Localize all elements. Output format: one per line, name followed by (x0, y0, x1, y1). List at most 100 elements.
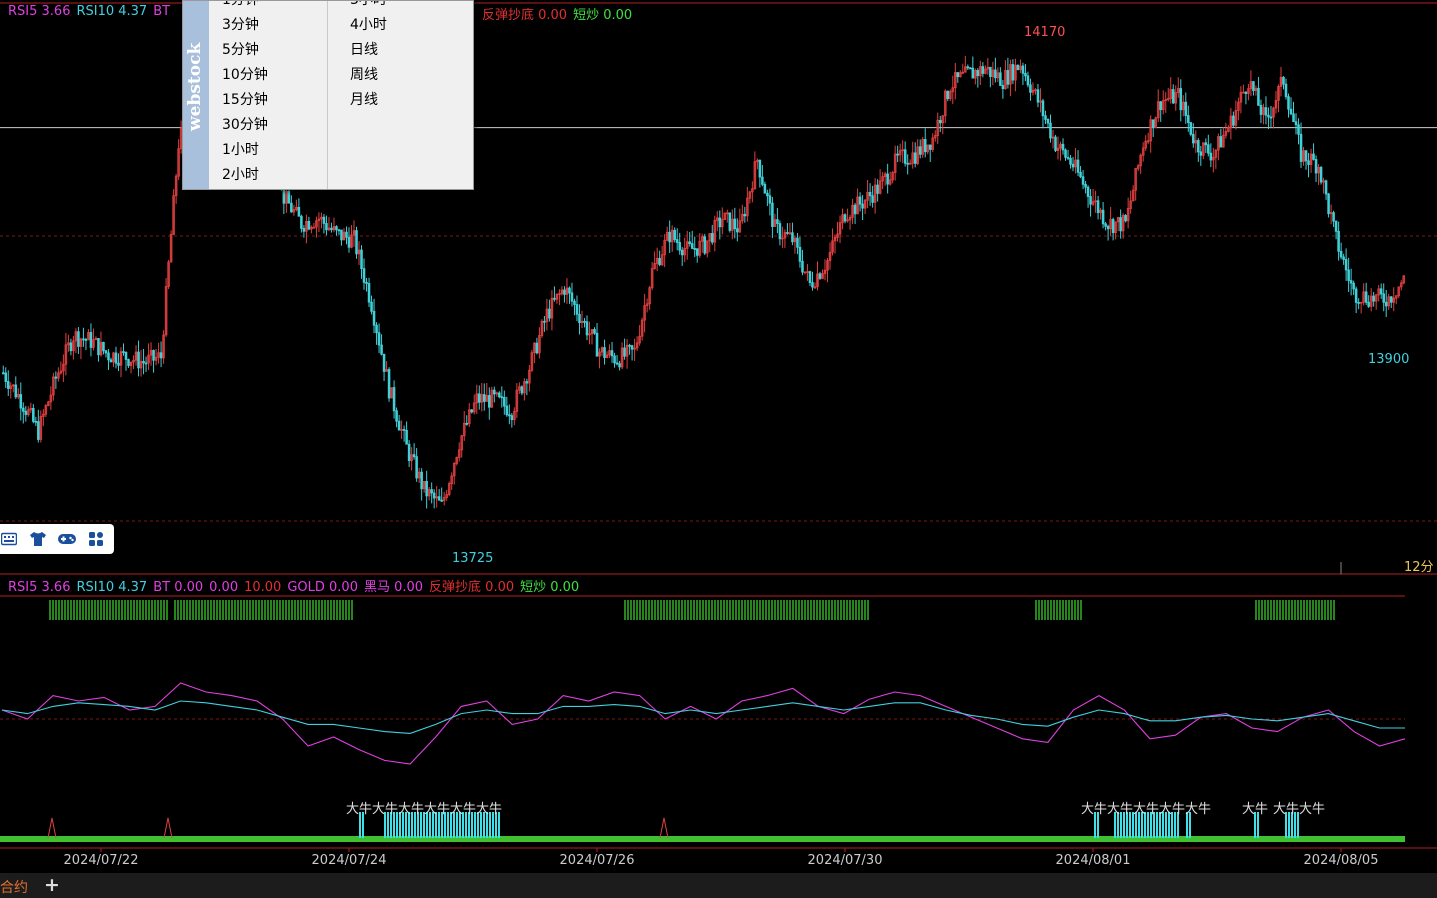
candle-body (127, 359, 130, 366)
candle-body (776, 219, 779, 224)
candle-body (1049, 122, 1052, 139)
menu-item-period[interactable]: 2小时 (222, 163, 268, 188)
candle-body (1204, 142, 1208, 146)
x-axis-tick-label: 2024/07/26 (560, 853, 635, 868)
menu-item-period[interactable]: 月线 (350, 88, 387, 113)
candle-body (678, 242, 681, 251)
candle-body (1184, 101, 1188, 116)
candle-body (1232, 115, 1235, 126)
candle-body (360, 249, 363, 269)
menu-item-period[interactable]: 5分钟 (222, 38, 268, 63)
quick-toolbar (0, 524, 114, 554)
legend-item: 短炒 0.00 (520, 580, 580, 595)
menu-item-period[interactable]: 周线 (350, 63, 387, 88)
x-axis-tick-label: 2024/07/24 (312, 853, 387, 868)
candle-body (347, 236, 351, 248)
candle-body (152, 350, 155, 361)
signal-label-group3: 大牛 (1242, 802, 1268, 817)
menu-item-period[interactable]: 1分钟 (222, 1, 268, 13)
candle-body (710, 233, 714, 243)
candle-body (1086, 186, 1090, 197)
legend-item: RSI5 3.66 (8, 4, 71, 19)
candle-body (510, 415, 514, 421)
candle-body (19, 394, 23, 409)
candle-body (583, 320, 586, 323)
candle-body (340, 229, 343, 241)
candle-body (377, 332, 381, 346)
candle-body (290, 202, 293, 213)
x-axis-tick-label: 2024/08/05 (1304, 853, 1379, 868)
gamepad-icon (58, 534, 76, 544)
menu-item-period[interactable]: 3小时 (350, 1, 387, 13)
candle-body (1352, 282, 1355, 290)
candle-body (500, 396, 504, 399)
candle-body (402, 429, 406, 431)
candle-body (372, 310, 376, 326)
candle-body (688, 241, 691, 244)
candle-body (1207, 144, 1210, 154)
menu-item-period[interactable]: 10分钟 (222, 63, 268, 88)
keyboard-button[interactable] (0, 528, 20, 550)
candle-body (628, 344, 631, 347)
game-button[interactable] (56, 528, 78, 550)
candle-body (477, 393, 481, 403)
baseline-green-strip (0, 836, 1405, 842)
candle-body (1011, 64, 1015, 81)
candle-body (1071, 163, 1075, 168)
legend-item: GOLD 0.00 (287, 580, 358, 595)
candle-body (1339, 250, 1343, 258)
candle-body (488, 395, 491, 408)
candle-body (1064, 149, 1067, 158)
candle-body (573, 300, 576, 305)
candle-body (553, 297, 556, 300)
candle-body (593, 329, 596, 334)
menu-item-period[interactable]: 1小时 (222, 138, 268, 163)
candle-body (322, 216, 326, 224)
candle-body (1171, 89, 1175, 104)
menu-item-period[interactable]: 3分钟 (222, 13, 268, 38)
legend-item: 反弹抄底 0.00 (482, 8, 568, 23)
candle-body (4, 372, 8, 382)
candle-body (568, 287, 571, 294)
candle-body (578, 313, 581, 324)
candle-body (1151, 119, 1155, 129)
menu-item-period[interactable]: 4小时 (350, 13, 387, 38)
candle-body (307, 220, 311, 230)
skin-button[interactable] (27, 528, 49, 550)
candle-body (1197, 140, 1200, 153)
candle-body (575, 304, 579, 315)
candle-body (1006, 70, 1010, 85)
period-label: 12分 (1404, 560, 1434, 575)
apps-button[interactable] (85, 528, 107, 550)
candle-body (871, 195, 874, 203)
menu-item-period[interactable]: 30分钟 (222, 113, 268, 138)
candle-body (302, 228, 306, 232)
plus-icon[interactable]: + (44, 874, 60, 896)
candle-body (791, 232, 794, 243)
candle-body (300, 215, 303, 229)
candle-body (297, 206, 301, 217)
candle-body (430, 489, 433, 494)
candle-body (1344, 259, 1348, 271)
candle-body (693, 248, 697, 250)
legend-item: RSI10 4.37 (76, 4, 148, 19)
candle-body (370, 301, 373, 312)
candle-body (380, 344, 383, 355)
candle-body (610, 350, 614, 357)
signal-label-group2: 大牛大牛大牛大牛大牛 (1081, 802, 1211, 817)
menu-item-period[interactable]: 日线 (350, 38, 387, 63)
candle-body (981, 66, 985, 74)
candle-body (498, 392, 501, 398)
candle-body (1307, 160, 1310, 166)
contract-tab[interactable]: 合约 (0, 877, 28, 897)
candle-body (77, 331, 80, 347)
candle-body (956, 72, 960, 78)
candle-body (1061, 143, 1065, 151)
candle-body (102, 341, 105, 352)
legend-item: 0.00 (209, 580, 239, 595)
candle-body (124, 351, 128, 360)
candle-body (420, 471, 423, 490)
candle-body (876, 184, 879, 194)
candle-body (613, 355, 616, 364)
menu-item-period[interactable]: 15分钟 (222, 88, 268, 113)
